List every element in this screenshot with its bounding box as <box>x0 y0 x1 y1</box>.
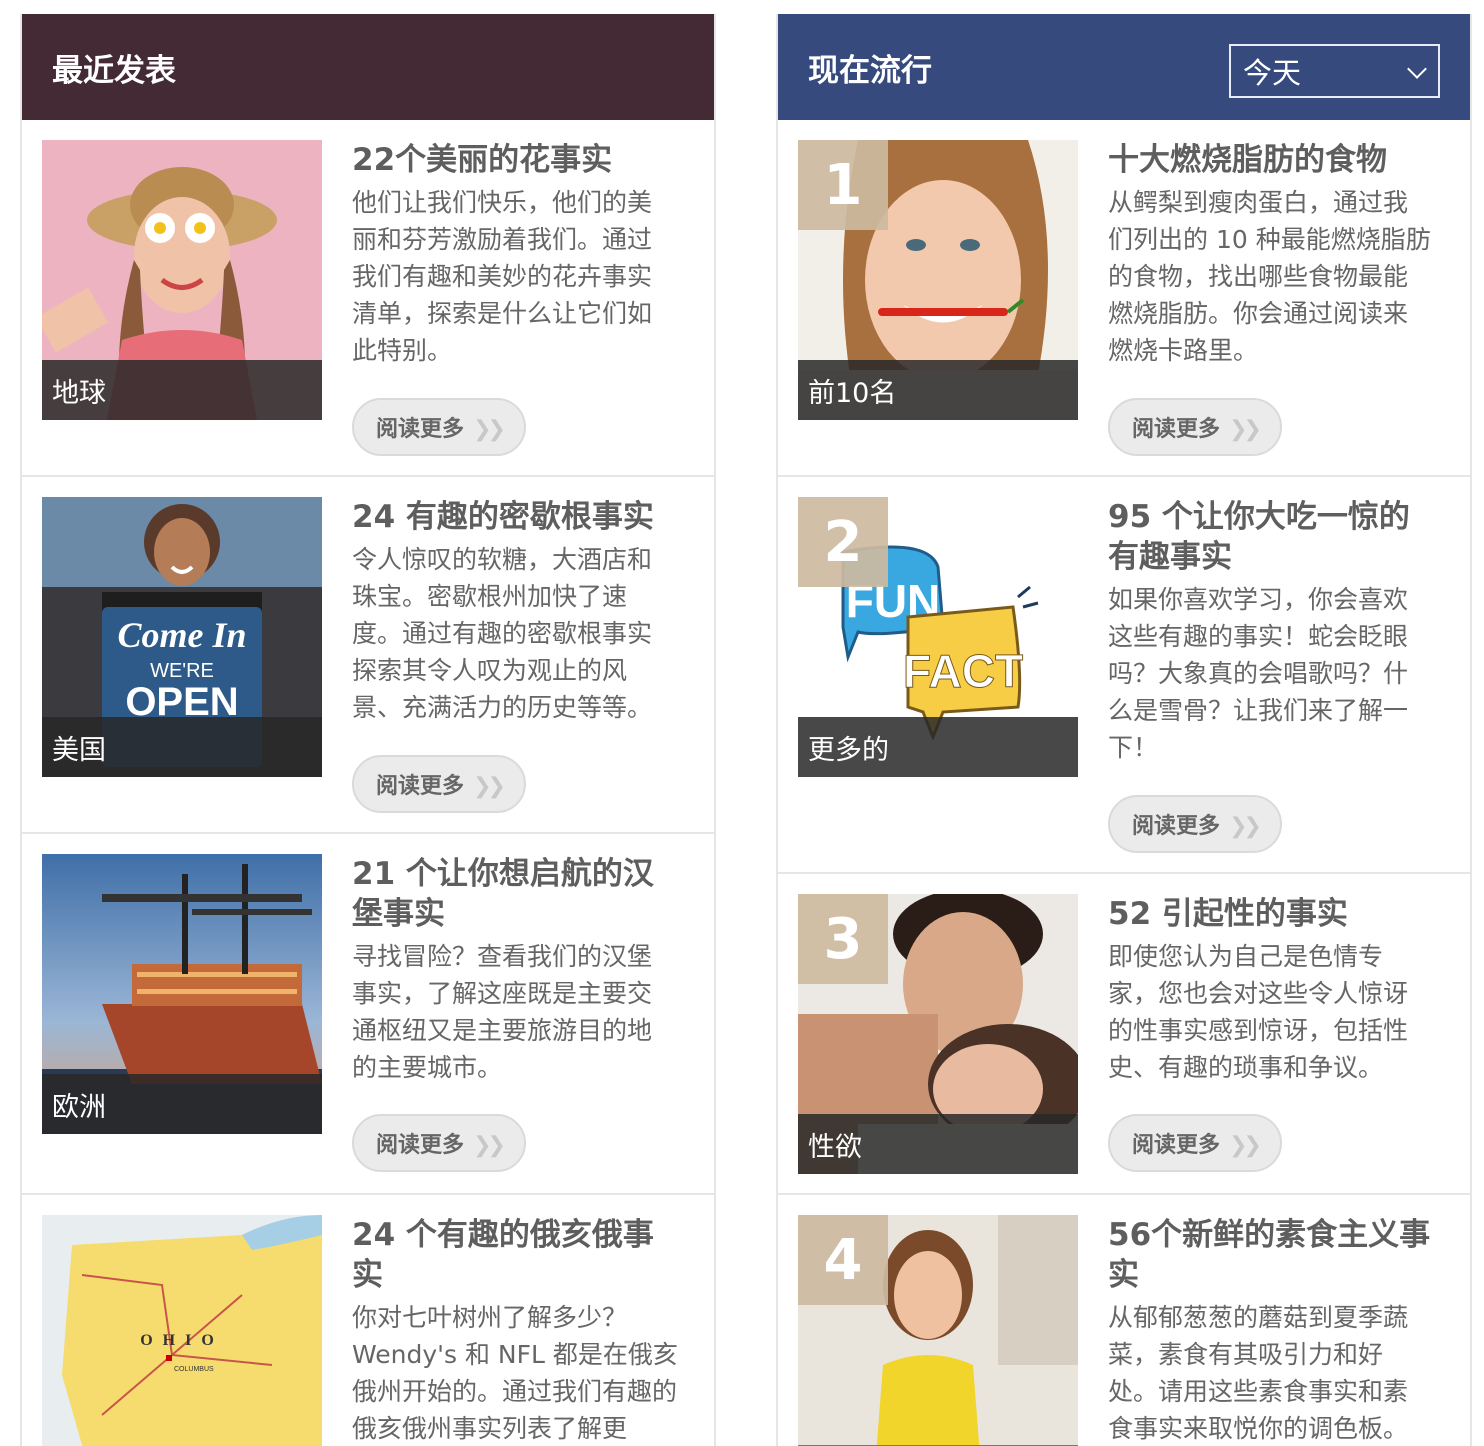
recent-header: 最近发表 <box>22 14 714 120</box>
article-description: 如果你喜欢学习，你会喜欢这些有趣的事实！蛇会眨眼吗？大象真的会唱歌吗？什么是雪骨… <box>1108 585 1409 762</box>
article-title[interactable]: 56个新鲜的素食主义事实 <box>1108 1215 1438 1295</box>
category-label[interactable]: 更多的 <box>798 717 1078 777</box>
period-select[interactable]: 今天 <box>1229 44 1440 98</box>
rank-badge: 3 <box>798 894 888 984</box>
category-label[interactable]: 美国 <box>42 717 322 777</box>
rank-badge: 4 <box>798 1215 888 1305</box>
rank-badge: 1 <box>798 140 888 230</box>
trending-card[interactable]: FUN FACT 2 更多的 95 个让你大吃一惊的有趣事实 如果你喜欢学习，你… <box>778 477 1470 874</box>
read-more-label: 阅读更多 <box>376 1133 465 1158</box>
double-chevron-icon: ❯❯ <box>473 1133 506 1158</box>
double-chevron-icon: ❯❯ <box>473 774 506 799</box>
article-card[interactable]: OHIO COLUMBUS 24 个有趣的俄亥俄事实 你对七叶树州了解多少？We… <box>22 1195 714 1446</box>
article-title[interactable]: 24 个有趣的俄亥俄事实 <box>352 1215 672 1295</box>
article-title[interactable]: 十大燃烧脂肪的食物 <box>1108 140 1428 180</box>
trending-panel: 现在流行 今天 1 前10名 十大燃烧脂肪的食物 从鳄梨到瘦肉蛋白，通过我们列出… <box>776 14 1472 1446</box>
read-more-label: 阅读更多 <box>1132 417 1221 442</box>
rank-badge: 2 <box>798 497 888 587</box>
sign-text-come-in: Come In <box>117 615 246 655</box>
article-title[interactable]: 21 个让你想启航的汉堡事实 <box>352 854 672 934</box>
article-description: 他们让我们快乐，他们的美丽和芬芳激励着我们。通过我们有趣和美妙的花卉事实清单，探… <box>352 188 653 365</box>
read-more-button[interactable]: 阅读更多 ❯❯ <box>352 755 526 813</box>
read-more-label: 阅读更多 <box>1132 814 1221 839</box>
period-value: 今天 <box>1243 56 1302 90</box>
article-image[interactable]: 1 前10名 <box>798 140 1078 420</box>
map-city-label: COLUMBUS <box>174 1366 214 1373</box>
read-more-button[interactable]: 阅读更多 ❯❯ <box>352 1114 526 1172</box>
fact-text: FACT <box>903 645 1023 697</box>
read-more-button[interactable]: 阅读更多 ❯❯ <box>1108 795 1282 853</box>
article-card[interactable]: 地球 22个美丽的花事实 他们让我们快乐，他们的美丽和芬芳激励着我们。通过我们有… <box>22 120 714 477</box>
double-chevron-icon: ❯❯ <box>1229 814 1262 839</box>
article-description: 从鳄梨到瘦肉蛋白，通过我们列出的 10 种最能燃烧脂肪的食物，找出哪些食物最能燃… <box>1108 188 1431 365</box>
article-image[interactable]: 4 <box>798 1215 1078 1446</box>
ohio-map-image: OHIO COLUMBUS <box>42 1215 322 1446</box>
trending-title: 现在流行 <box>808 52 932 89</box>
trending-card[interactable]: 3 性欲 52 引起性的事实 即使您认为自己是色情专家，您也会对这些令人惊讶的性… <box>778 874 1470 1195</box>
read-more-label: 阅读更多 <box>1132 1133 1221 1158</box>
article-title[interactable]: 95 个让你大吃一惊的有趣事实 <box>1108 497 1428 577</box>
article-image[interactable]: Come In WE'RE OPEN 美国 <box>42 497 322 777</box>
article-image[interactable]: OHIO COLUMBUS <box>42 1215 322 1446</box>
trending-header: 现在流行 今天 <box>778 14 1470 120</box>
read-more-button[interactable]: 阅读更多 ❯❯ <box>1108 398 1282 456</box>
category-label[interactable]: 欧洲 <box>42 1074 322 1134</box>
read-more-label: 阅读更多 <box>376 774 465 799</box>
article-image[interactable]: 3 性欲 <box>798 894 1078 1174</box>
article-title[interactable]: 52 引起性的事实 <box>1108 894 1428 934</box>
article-description: 令人惊叹的软糖，大酒店和珠宝。密歇根州加快了速度。通过有趣的密歇根事实探索其令人… <box>352 545 653 722</box>
category-label[interactable]: 前10名 <box>798 360 1078 420</box>
article-description: 即使您认为自己是色情专家，您也会对这些令人惊讶的性事实感到惊讶，包括性史、有趣的… <box>1108 942 1409 1082</box>
read-more-button[interactable]: 阅读更多 ❯❯ <box>1108 1114 1282 1172</box>
article-description: 从郁郁葱葱的蘑菇到夏季蔬菜，素食有其吸引力和好处。请用这些素食事实和素食事实来取… <box>1108 1303 1409 1443</box>
recent-panel: 最近发表 地球 22个美丽的花事实 他们让我们快乐，他们的美丽和芬芳激励着我们。… <box>20 14 716 1446</box>
trending-card[interactable]: 4 56个新鲜的素食主义事实 从郁郁葱葱的蘑菇到夏季蔬菜，素食有其吸引力和好处。… <box>778 1195 1470 1446</box>
article-description: 你对七叶树州了解多少？Wendy's 和 NFL 都是在俄亥俄州开始的。通过我们… <box>352 1303 678 1443</box>
trending-card[interactable]: 1 前10名 十大燃烧脂肪的食物 从鳄梨到瘦肉蛋白，通过我们列出的 10 种最能… <box>778 120 1470 477</box>
article-image[interactable]: FUN FACT 2 更多的 <box>798 497 1078 777</box>
article-image[interactable]: 地球 <box>42 140 322 420</box>
chevron-down-icon <box>1407 59 1427 79</box>
article-title[interactable]: 22个美丽的花事实 <box>352 140 672 180</box>
map-state-label: OHIO <box>140 1332 224 1349</box>
category-label[interactable]: 地球 <box>42 360 322 420</box>
article-image[interactable]: 欧洲 <box>42 854 322 1134</box>
double-chevron-icon: ❯❯ <box>1229 1133 1262 1158</box>
double-chevron-icon: ❯❯ <box>473 417 506 442</box>
read-more-label: 阅读更多 <box>376 417 465 442</box>
article-card[interactable]: Come In WE'RE OPEN 美国 24 有趣的密歇根事实 令人惊叹的软… <box>22 477 714 834</box>
category-label[interactable]: 性欲 <box>798 1114 1078 1174</box>
article-description: 寻找冒险？查看我们的汉堡事实，了解这座既是主要交通枢纽又是主要旅游目的地的主要城… <box>352 942 653 1082</box>
read-more-button[interactable]: 阅读更多 ❯❯ <box>352 398 526 456</box>
sign-text-were: WE'RE <box>150 660 214 682</box>
recent-title: 最近发表 <box>52 52 176 89</box>
article-title[interactable]: 24 有趣的密歇根事实 <box>352 497 672 537</box>
article-card[interactable]: 欧洲 21 个让你想启航的汉堡事实 寻找冒险？查看我们的汉堡事实，了解这座既是主… <box>22 834 714 1195</box>
double-chevron-icon: ❯❯ <box>1229 417 1262 442</box>
